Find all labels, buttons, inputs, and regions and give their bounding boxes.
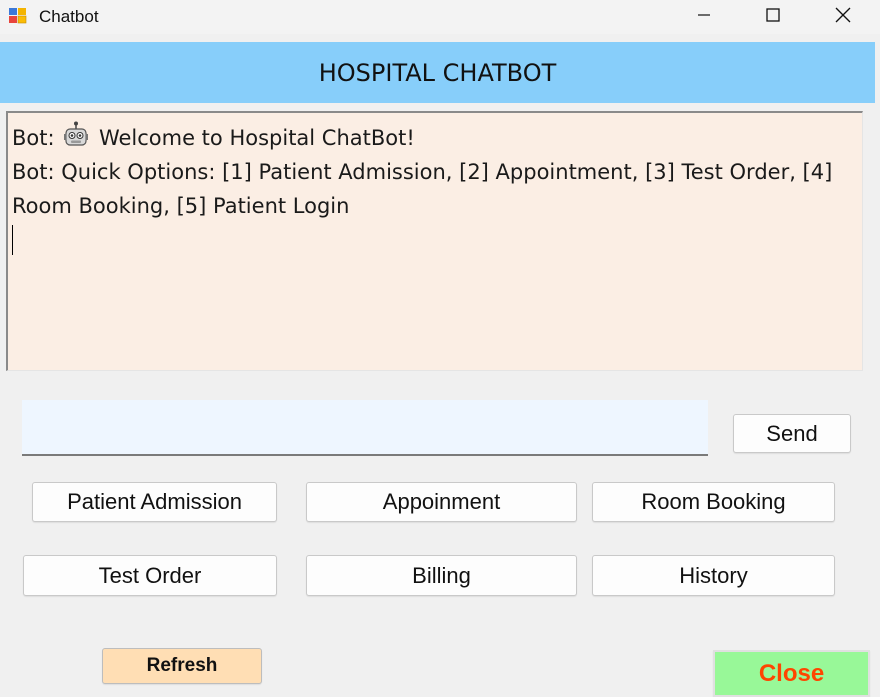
chat-prefix: Bot: <box>12 126 55 150</box>
close-icon <box>835 7 851 28</box>
chat-log[interactable]: Bot: Welcome to Hospital ChatBot! Bot: Q… <box>6 111 863 371</box>
window-title: Chatbot <box>39 7 99 26</box>
page-title: HOSPITAL CHATBOT <box>318 58 557 87</box>
appointment-button[interactable]: Appoinment <box>306 482 577 522</box>
billing-button[interactable]: Billing <box>306 555 577 596</box>
room-booking-button[interactable]: Room Booking <box>592 482 835 522</box>
text-caret <box>12 225 13 255</box>
app-header: HOSPITAL CHATBOT <box>0 42 875 103</box>
window-titlebar: Chatbot <box>0 0 880 34</box>
message-input[interactable] <box>22 400 708 456</box>
history-button[interactable]: History <box>592 555 835 596</box>
patient-admission-button[interactable]: Patient Admission <box>32 482 277 522</box>
maximize-button[interactable] <box>738 0 808 34</box>
close-button[interactable]: Close <box>713 650 870 697</box>
test-order-button[interactable]: Test Order <box>23 555 277 596</box>
app-window-icon <box>8 7 28 25</box>
chat-text: Welcome to Hospital ChatBot! <box>98 126 415 150</box>
minimize-button[interactable] <box>669 0 739 34</box>
chat-message: Bot: Quick Options: [1] Patient Admissio… <box>12 155 858 223</box>
refresh-button[interactable]: Refresh <box>102 648 262 684</box>
minimize-icon <box>697 8 711 27</box>
window-close-button[interactable] <box>808 0 878 34</box>
maximize-icon <box>766 7 780 27</box>
chat-text: Bot: Quick Options: [1] Patient Admissio… <box>12 160 833 218</box>
send-button[interactable]: Send <box>733 414 851 453</box>
chat-message: Bot: Welcome to Hospital ChatBot! <box>12 121 858 155</box>
robot-icon <box>63 121 89 149</box>
